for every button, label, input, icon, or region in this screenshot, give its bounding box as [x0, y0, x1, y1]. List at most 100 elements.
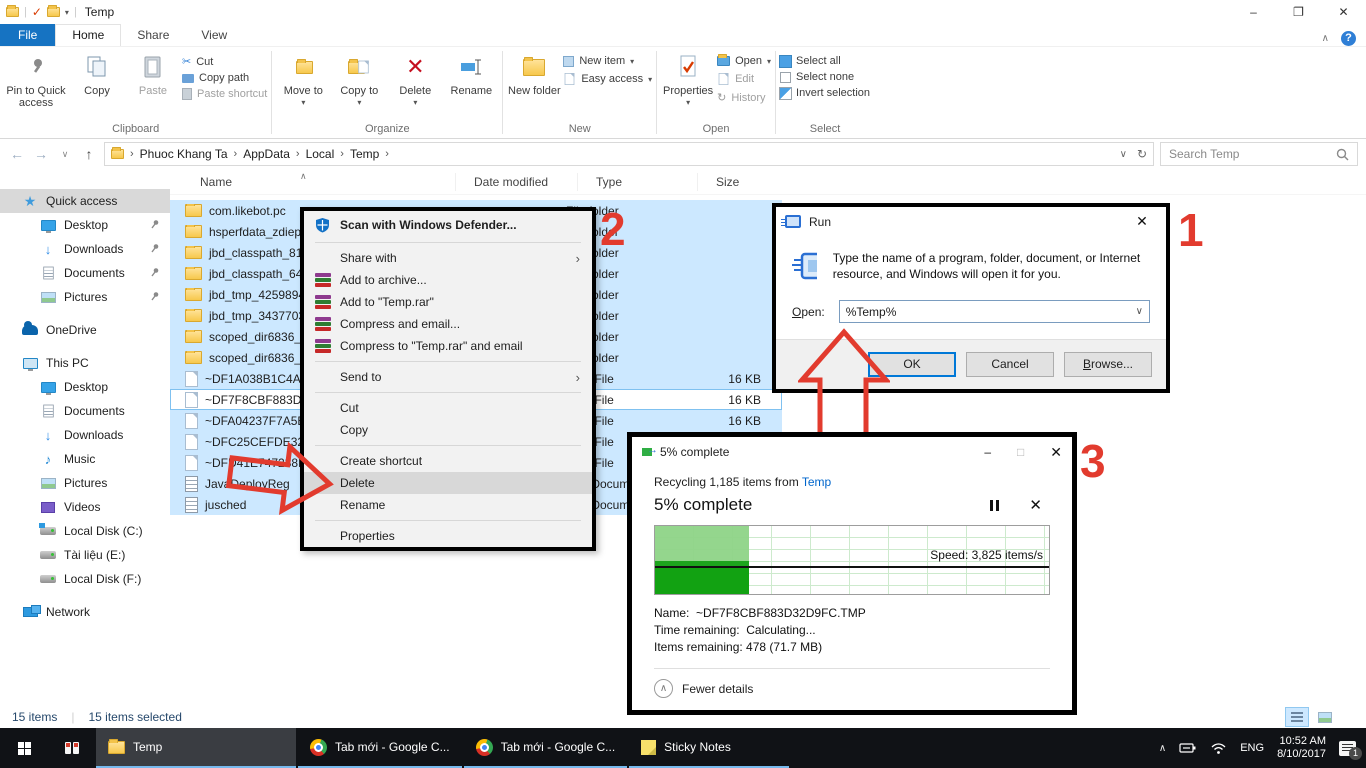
history-button[interactable]: ↻History: [717, 91, 771, 104]
taskbar-button-chrome-2[interactable]: Tab mới - Google C...: [464, 728, 628, 768]
thumbnails-view-toggle[interactable]: [1314, 708, 1336, 726]
run-close-button[interactable]: ✕: [1127, 213, 1157, 230]
edit-button[interactable]: Edit: [717, 71, 771, 87]
battery-icon[interactable]: [1179, 742, 1197, 754]
run-open-combobox[interactable]: %Temp% ∨: [839, 300, 1150, 323]
easy-access-button[interactable]: Easy access▾: [563, 71, 652, 87]
stop-button[interactable]: ✕: [1029, 496, 1042, 514]
menu-item-copy[interactable]: Copy: [304, 419, 592, 441]
menu-item-share-with[interactable]: Share with›: [304, 247, 592, 269]
help-icon[interactable]: ?: [1341, 31, 1356, 46]
copy-button[interactable]: Copy: [70, 49, 124, 97]
invert-selection-button[interactable]: Invert selection: [780, 87, 870, 99]
new-folder-button[interactable]: New folder: [507, 49, 561, 97]
sidebar-item-pc-documents[interactable]: Documents: [0, 399, 170, 423]
close-button[interactable]: ✕: [1321, 0, 1366, 24]
breadcrumb-item-local[interactable]: Local: [306, 147, 335, 161]
column-header-date[interactable]: Date modified: [455, 173, 577, 191]
fewer-details-button[interactable]: ∧ Fewer details: [632, 669, 1072, 710]
combobox-dropdown-icon[interactable]: ∨: [1136, 306, 1143, 317]
language-indicator[interactable]: ENG: [1240, 742, 1264, 754]
column-header-type[interactable]: Type: [577, 173, 697, 191]
new-item-button[interactable]: New item▾: [563, 55, 652, 67]
menu-item-cut[interactable]: Cut: [304, 397, 592, 419]
minimize-button[interactable]: –: [1231, 0, 1276, 24]
folder-qat-icon[interactable]: [47, 7, 60, 17]
tab-view[interactable]: View: [185, 25, 243, 46]
up-button[interactable]: ↑: [80, 146, 98, 162]
sidebar-item-disk-e[interactable]: Tài liệu (E:): [0, 543, 170, 567]
sidebar-item-pc-downloads[interactable]: ↓Downloads: [0, 423, 170, 447]
breadcrumb[interactable]: › Phuoc Khang Ta › AppData › Local › Tem…: [104, 142, 1154, 166]
sidebar-item-downloads[interactable]: ↓Downloads: [0, 237, 170, 261]
paste-shortcut-button[interactable]: Paste shortcut: [182, 88, 267, 100]
menu-item-delete[interactable]: Delete: [304, 472, 592, 494]
pause-button[interactable]: [990, 500, 999, 511]
sidebar-item-pc-pictures[interactable]: Pictures: [0, 471, 170, 495]
cancel-button[interactable]: Cancel: [966, 352, 1054, 377]
start-button[interactable]: [0, 728, 48, 768]
rename-button[interactable]: Rename: [444, 49, 498, 97]
properties-button[interactable]: Properties▾: [661, 49, 715, 109]
sidebar-item-desktop[interactable]: Desktop: [0, 213, 170, 237]
details-view-toggle[interactable]: [1286, 708, 1308, 726]
select-none-button[interactable]: Select none: [780, 71, 870, 83]
sidebar-item-videos[interactable]: Videos: [0, 495, 170, 519]
menu-item-rename[interactable]: Rename: [304, 494, 592, 516]
taskbar-button-sticky-notes[interactable]: Sticky Notes: [629, 728, 789, 768]
sidebar-item-onedrive[interactable]: OneDrive: [0, 318, 170, 342]
qat-customize-chevron-icon[interactable]: ▾: [65, 8, 69, 17]
menu-item-add-to-archive[interactable]: Add to archive...: [304, 269, 592, 291]
sidebar-item-disk-c[interactable]: Local Disk (C:): [0, 519, 170, 543]
sidebar-item-documents[interactable]: Documents: [0, 261, 170, 285]
notification-center-icon[interactable]: 1: [1339, 741, 1356, 756]
taskbar-button-explorer[interactable]: Temp: [96, 728, 296, 768]
sidebar-item-music[interactable]: ♪Music: [0, 447, 170, 471]
sidebar-item-quick-access[interactable]: ★Quick access: [0, 189, 170, 213]
tab-file[interactable]: File: [0, 24, 55, 46]
address-dropdown-chevron-icon[interactable]: ∨: [1120, 149, 1127, 160]
breadcrumb-item-temp[interactable]: Temp: [350, 147, 379, 161]
progress-minimize-button[interactable]: –: [984, 445, 991, 459]
menu-item-compress-email[interactable]: Compress and email...: [304, 313, 592, 335]
ribbon-collapse-icon[interactable]: ∧: [1322, 33, 1329, 44]
tray-expand-chevron-icon[interactable]: ∧: [1159, 743, 1166, 754]
move-to-button[interactable]: ← Move to▾: [276, 49, 330, 109]
restore-button[interactable]: ❐: [1276, 0, 1321, 24]
cut-button[interactable]: ✂Cut: [182, 55, 267, 68]
menu-item-create-shortcut[interactable]: Create shortcut: [304, 450, 592, 472]
sidebar-item-pictures[interactable]: Pictures: [0, 285, 170, 309]
menu-item-scan-defender[interactable]: Scan with Windows Defender...: [304, 211, 592, 238]
progress-maximize-button[interactable]: □: [1017, 445, 1024, 459]
pinned-app-button[interactable]: [48, 728, 96, 768]
sidebar-item-this-pc[interactable]: This PC: [0, 351, 170, 375]
clock[interactable]: 10:52 AM8/10/2017: [1277, 735, 1326, 761]
refresh-icon[interactable]: ↻: [1137, 147, 1147, 161]
recent-locations-chevron-icon[interactable]: ∨: [56, 149, 74, 160]
tab-home[interactable]: Home: [55, 24, 121, 46]
column-header-name[interactable]: Name: [182, 173, 455, 191]
open-button[interactable]: Open▾: [717, 55, 771, 67]
taskbar-button-chrome-1[interactable]: Tab mới - Google C...: [298, 728, 462, 768]
menu-item-compress-temp-rar-email[interactable]: Compress to "Temp.rar" and email: [304, 335, 592, 357]
temp-link[interactable]: Temp: [802, 475, 831, 489]
column-header-size[interactable]: Size: [697, 173, 782, 191]
breadcrumb-item-appdata[interactable]: AppData: [243, 147, 290, 161]
menu-item-add-to-temp-rar[interactable]: Add to "Temp.rar": [304, 291, 592, 313]
copy-to-button[interactable]: Copy to▾: [332, 49, 386, 109]
menu-item-send-to[interactable]: Send to›: [304, 366, 592, 388]
tab-share[interactable]: Share: [121, 25, 185, 46]
breadcrumb-item-user[interactable]: Phuoc Khang Ta: [140, 147, 228, 161]
copy-path-button[interactable]: Copy path: [182, 72, 267, 84]
browse-button[interactable]: Browse...: [1064, 352, 1152, 377]
properties-qat-icon[interactable]: ✓: [32, 5, 42, 19]
wifi-icon[interactable]: [1210, 742, 1227, 755]
search-input[interactable]: Search Temp: [1160, 142, 1358, 166]
delete-button[interactable]: ✕ Delete▾: [388, 49, 442, 109]
pin-to-quick-access-button[interactable]: Pin to Quick access: [4, 49, 68, 109]
back-button[interactable]: ←: [8, 146, 26, 162]
paste-button[interactable]: Paste: [126, 49, 180, 97]
progress-close-button[interactable]: ✕: [1050, 444, 1062, 461]
menu-item-properties[interactable]: Properties: [304, 525, 592, 547]
select-all-button[interactable]: Select all: [780, 55, 870, 67]
